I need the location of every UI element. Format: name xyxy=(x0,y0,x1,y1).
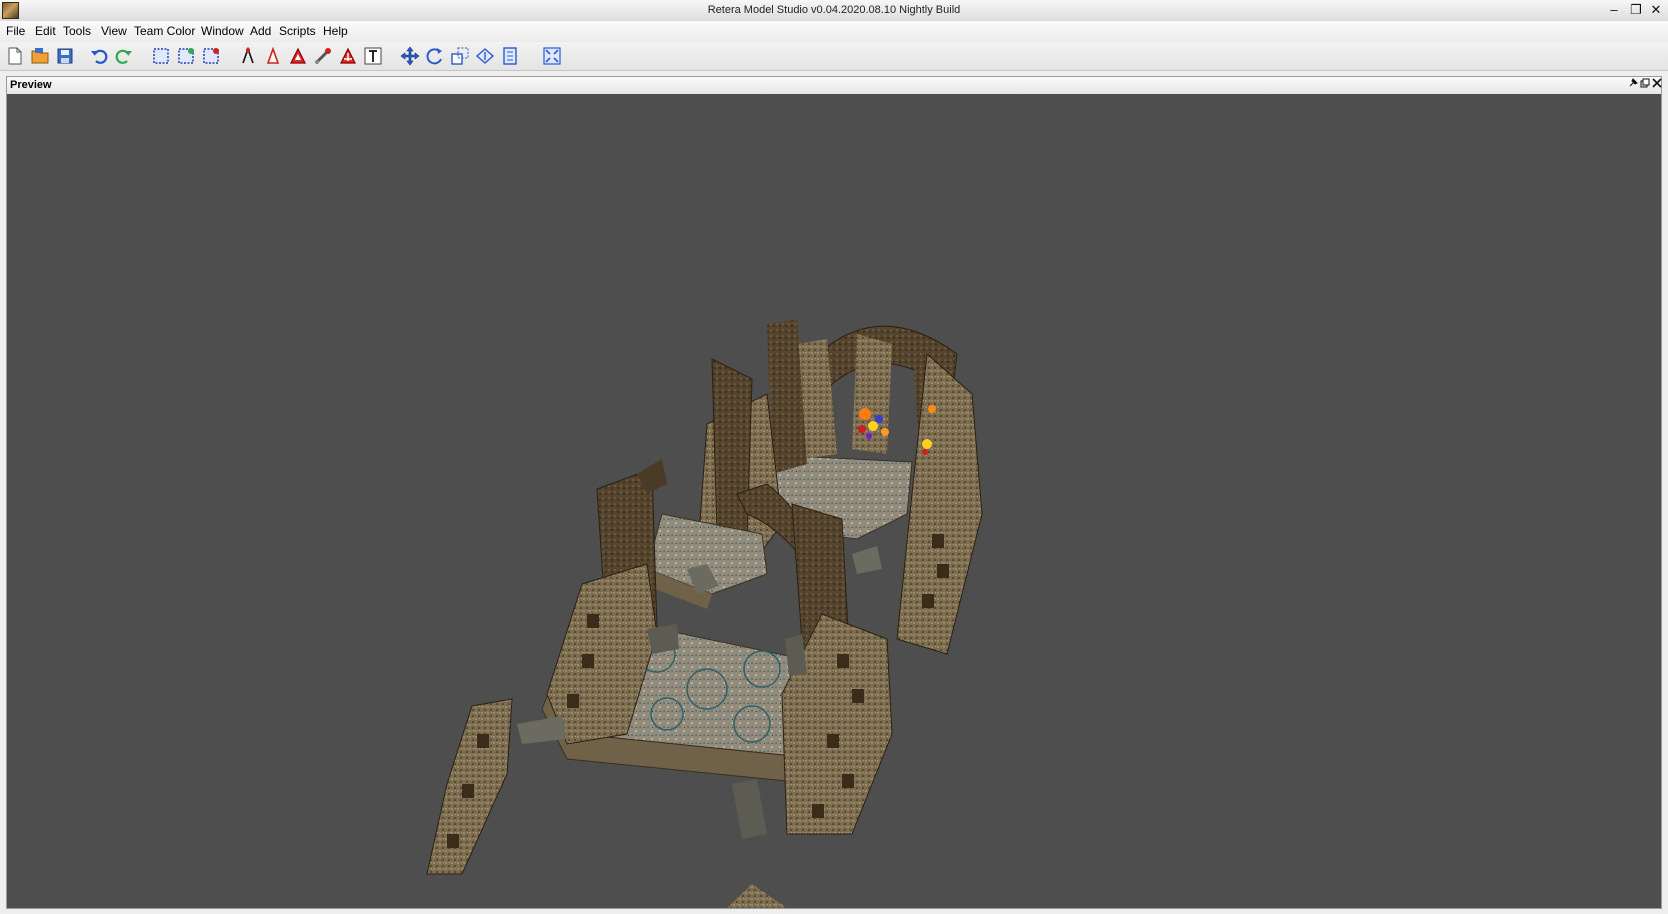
scale-icon[interactable] xyxy=(449,45,471,67)
maximize-button[interactable]: ❐ xyxy=(1628,2,1644,18)
ruins-model-render xyxy=(426,319,983,908)
redo-icon[interactable] xyxy=(113,45,135,67)
menu-window[interactable]: Window xyxy=(201,24,244,38)
pin-icon[interactable] xyxy=(1627,78,1639,92)
title-bar: Retera Model Studio v0.04.2020.08.10 Nig… xyxy=(0,0,1668,22)
menu-team-color[interactable]: Team Color xyxy=(134,24,195,38)
toolbar xyxy=(0,42,1668,71)
window-title: Retera Model Studio v0.04.2020.08.10 Nig… xyxy=(707,4,961,16)
select-cluster-icon[interactable] xyxy=(337,45,359,67)
menu-file[interactable]: File xyxy=(6,24,25,38)
deselect-icon[interactable] xyxy=(200,45,222,67)
fit-view-icon[interactable] xyxy=(541,45,563,67)
open-file-icon[interactable] xyxy=(29,45,51,67)
menu-add[interactable]: Add xyxy=(250,24,271,38)
select-vertex-icon[interactable] xyxy=(237,45,259,67)
menu-help[interactable]: Help xyxy=(323,24,348,38)
menu-scripts[interactable]: Scripts xyxy=(279,24,316,38)
menu-tools[interactable]: Tools xyxy=(63,24,91,38)
extend-icon[interactable] xyxy=(499,45,521,67)
preview-panel: Preview xyxy=(6,76,1662,909)
undo-icon[interactable] xyxy=(88,45,110,67)
menu-view[interactable]: View xyxy=(101,24,127,38)
select-group-icon[interactable] xyxy=(287,45,309,67)
move-icon[interactable] xyxy=(399,45,421,67)
3d-viewport[interactable] xyxy=(7,94,1661,908)
float-icon[interactable] xyxy=(1639,78,1651,92)
panel-close-icon[interactable] xyxy=(1651,78,1663,92)
panel-title: Preview xyxy=(10,79,52,91)
select-bone-icon[interactable] xyxy=(312,45,334,67)
add-selection-icon[interactable] xyxy=(175,45,197,67)
minimize-button[interactable]: – xyxy=(1606,2,1622,18)
select-icon[interactable] xyxy=(150,45,172,67)
rotate-icon[interactable] xyxy=(424,45,446,67)
close-button[interactable]: ✕ xyxy=(1648,2,1664,18)
preview-panel-header: Preview xyxy=(7,77,1663,95)
save-icon[interactable] xyxy=(54,45,76,67)
select-face-icon[interactable] xyxy=(262,45,284,67)
text-icon[interactable] xyxy=(362,45,384,67)
menu-edit[interactable]: Edit xyxy=(35,24,56,38)
new-file-icon[interactable] xyxy=(4,45,26,67)
extrude-icon[interactable] xyxy=(474,45,496,67)
menu-bar: File Edit Tools View Team Color Window A… xyxy=(0,21,1668,42)
